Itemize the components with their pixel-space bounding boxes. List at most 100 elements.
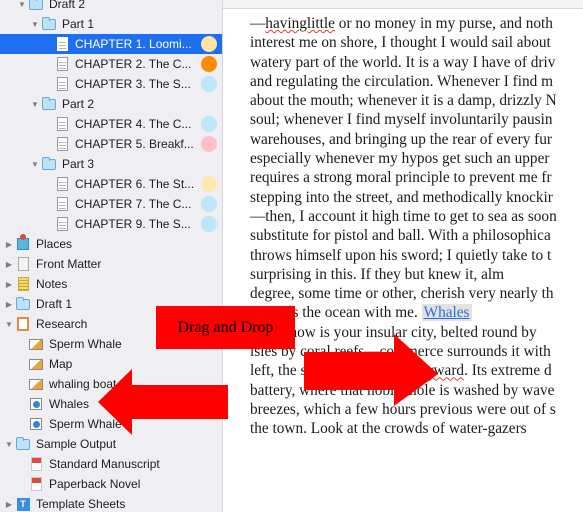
text-line: requires a strong moral principle to pre…	[250, 168, 583, 187]
places-icon	[16, 234, 30, 251]
document-icon	[55, 37, 69, 51]
front-matter-icon	[16, 257, 30, 271]
right-arrow-annotation	[304, 334, 438, 406]
text-line: towards the ocean with me. Whales	[250, 303, 583, 322]
binder-item-label: CHAPTER 2. The C...	[75, 57, 192, 71]
document-icon	[55, 197, 69, 211]
disclosure-collapsed-icon[interactable]: ▶	[4, 280, 14, 289]
disclosure-collapsed-icon[interactable]: ▶	[4, 260, 14, 269]
text-line: especially whenever my hypos get such an…	[250, 149, 583, 168]
binder-item-label: Front Matter	[36, 257, 102, 271]
binder-item[interactable]: Paperback Novel	[0, 474, 222, 494]
disclosure-expanded-icon[interactable]: ▼	[4, 320, 14, 329]
binder-sidebar: ▼ Draft 2 ▼ Part 1 CHAPTER 1. Loomi... CHAPTE…	[0, 0, 223, 512]
image-icon	[29, 337, 43, 351]
binder-item-label: Draft 2	[49, 0, 86, 11]
whales-link[interactable]: Whales	[421, 304, 472, 322]
binder-item[interactable]: ▶ Places	[0, 234, 222, 254]
text-line: degree, some time or other, cherish very…	[250, 284, 583, 303]
binder-item[interactable]: ▼ Part 3	[0, 154, 222, 174]
template-icon: T	[16, 497, 30, 511]
image-icon	[29, 377, 43, 391]
binder-item[interactable]: CHAPTER 2. The C...	[0, 54, 222, 74]
binder-item[interactable]: ▼ Part 1	[0, 14, 222, 34]
disclosure-expanded-icon[interactable]: ▼	[17, 0, 27, 9]
disclosure-expanded-icon[interactable]: ▼	[30, 160, 40, 169]
binder-item[interactable]: CHAPTER 3. The S...	[0, 74, 222, 94]
binder-item[interactable]: CHAPTER 9. The S...	[0, 214, 222, 234]
text-line: stepping into the street, and methodical…	[250, 188, 583, 207]
disclosure-collapsed-icon[interactable]: ▶	[4, 500, 14, 509]
binder-item[interactable]: ▼ Sample Output	[0, 434, 222, 454]
binder-item[interactable]: Standard Manuscript	[0, 454, 222, 474]
binder-item[interactable]: ▼ Part 2	[0, 94, 222, 114]
image-icon	[29, 357, 43, 371]
binder-item[interactable]: CHAPTER 7. The C...	[0, 194, 222, 214]
text-run: and regulating the circulation. Whenever…	[250, 72, 553, 90]
text-line: throws himself upon his sword; I quietly…	[250, 246, 583, 265]
disclosure-collapsed-icon[interactable]: ▶	[4, 240, 14, 249]
binder-item-label: Places	[36, 237, 73, 251]
pdf-icon	[29, 457, 43, 471]
text-line: interest me on shore, I thought I would …	[250, 33, 583, 52]
folder-icon	[16, 296, 30, 311]
label-color-dot	[201, 36, 217, 52]
text-run: or no money in my purse, and noth	[334, 15, 553, 32]
disclosure-expanded-icon[interactable]: ▼	[30, 20, 40, 29]
label-color-dot	[201, 176, 217, 192]
research-icon	[16, 317, 30, 331]
binder-item[interactable]: CHAPTER 4. The C...	[0, 114, 222, 134]
left-arrow-annotation	[98, 369, 228, 435]
text-run: requires a strong moral principle to pre…	[250, 169, 552, 187]
document-icon	[55, 117, 69, 131]
binder-item[interactable]: CHAPTER 6. The St...	[0, 174, 222, 194]
text-run: about the mouth; whenever it is a damp, …	[250, 92, 557, 110]
text-line: soul; whenever I find myself involuntari…	[250, 110, 583, 129]
binder-item-label: CHAPTER 5. Breakf...	[75, 137, 194, 151]
binder-item[interactable]: ▼ Draft 2	[0, 0, 222, 14]
document-icon	[55, 57, 69, 71]
text-run: warehouses, and bringing up the rear of …	[250, 130, 553, 148]
binder-item-label: Part 1	[62, 17, 95, 31]
document-icon	[55, 77, 69, 91]
binder-item-label: Standard Manuscript	[49, 457, 160, 471]
label-color-dot	[201, 56, 217, 72]
disclosure-expanded-icon[interactable]: ▼	[4, 440, 14, 449]
binder-item[interactable]: ▶ T Template Sheets	[0, 494, 222, 512]
text-run: surprising in this. If they but knew it,…	[250, 265, 505, 283]
callout-label: Drag and Drop	[177, 318, 274, 336]
text-run: interest me on shore, I thought I would …	[250, 34, 551, 52]
document-icon	[55, 217, 69, 231]
binder-item[interactable]: CHAPTER 1. Loomi...	[0, 34, 222, 54]
text-line: —havinglittle or no money in my purse, a…	[250, 14, 583, 33]
text-line: substitute for pistol and ball. With a p…	[250, 226, 583, 245]
label-color-dot	[201, 136, 217, 152]
text-line: about the mouth; whenever it is a damp, …	[250, 91, 583, 110]
text-line: —then, I account it high time to get to …	[250, 207, 583, 226]
webpage-icon	[29, 417, 43, 431]
binder-item-label: Template Sheets	[36, 497, 126, 511]
binder-item-label: Notes	[36, 277, 68, 291]
document-icon	[55, 137, 69, 151]
binder-item-label: CHAPTER 6. The St...	[75, 177, 195, 191]
binder-item-label: CHAPTER 1. Loomi...	[75, 37, 192, 51]
text-run: —	[250, 15, 266, 32]
binder-item[interactable]: ▶ Notes	[0, 274, 222, 294]
folder-icon	[29, 0, 43, 11]
text-run: —then, I account it high time to get to …	[250, 207, 557, 225]
text-run: degree, some time or other, cherish very…	[250, 285, 554, 303]
text-run: especially whenever my hypos get such an…	[250, 150, 550, 168]
text-run: substitute for pistol and ball. With a p…	[250, 227, 551, 245]
text-line: the town. Look at the crowds of water-ga…	[250, 419, 583, 438]
text-run: watery part of the world. It is a way I …	[250, 53, 556, 71]
binder-item[interactable]: CHAPTER 5. Breakf...	[0, 134, 222, 154]
disclosure-collapsed-icon[interactable]: ▶	[4, 300, 14, 309]
text-run: stepping into the street, and methodical…	[250, 188, 553, 206]
label-color-dot	[201, 116, 217, 132]
misspelled-word[interactable]: havinglittle	[265, 15, 335, 32]
binder-item[interactable]: ▶ Front Matter	[0, 254, 222, 274]
binder-item-label: Part 2	[62, 97, 95, 111]
binder-item-label: CHAPTER 4. The C...	[75, 117, 192, 131]
text-line: surprising in this. If they but knew it,…	[250, 265, 583, 284]
disclosure-expanded-icon[interactable]: ▼	[30, 100, 40, 109]
